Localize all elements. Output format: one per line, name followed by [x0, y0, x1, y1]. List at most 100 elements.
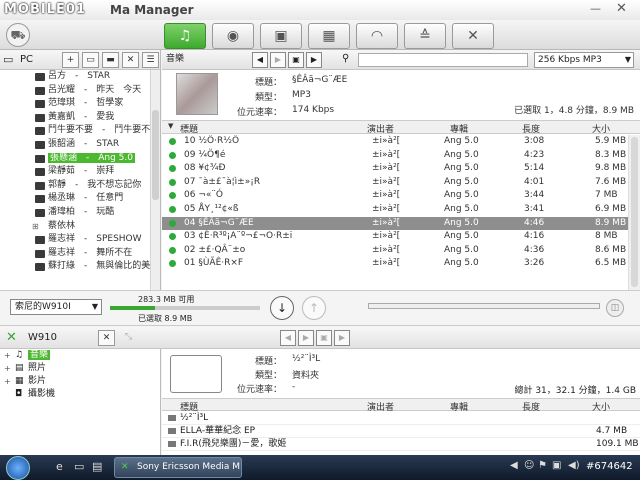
folder-item[interactable]: ⊞ 蔡依林	[0, 220, 150, 234]
view-button[interactable]: ▣	[288, 52, 304, 68]
folder-item[interactable]: 黃嘉凱 - 愛我	[0, 111, 150, 125]
col-album[interactable]: 專輯	[450, 122, 468, 135]
start-button[interactable]	[6, 456, 30, 480]
tab-camera[interactable]: ▣	[260, 23, 302, 49]
track-row[interactable]: 07 ¯à±£¯à¦ì±»¡R ±i»à²[Ang 5.0 4:01 7.6 MB	[162, 176, 628, 190]
play-button[interactable]: ▶	[306, 52, 322, 68]
folder-item[interactable]: 羅志祥 - 舞所不在	[0, 247, 150, 261]
device-tree-item[interactable]: + ▦ 影片	[0, 375, 160, 388]
tray-network-icon[interactable]: ▣	[552, 460, 561, 471]
track-row[interactable]: 04 §ÊÂã¬G¨ÆE ±i»à²[Ang 5.0 4:46 8.9 MB	[162, 216, 628, 231]
track-row[interactable]: 08 ¥¢¾Ð ±i»à²[Ang 5.0 5:14 9.8 MB	[162, 162, 628, 176]
folder-item[interactable]: 張韶涵 - STAR	[0, 138, 150, 152]
device-tree-item[interactable]: ◘ 攝影機	[0, 388, 160, 401]
folder-item[interactable]: 張懸涵 - Ang 5.0	[0, 152, 150, 166]
expand-icon[interactable]: +	[4, 375, 11, 388]
chevron-down-icon: ▼	[91, 302, 98, 311]
folder-item[interactable]: 范瑋琪 - 哲學家	[0, 97, 150, 111]
minimize-button[interactable]: —	[590, 2, 601, 15]
expand-icon[interactable]: ⊞	[32, 220, 39, 234]
track-name: §ÙÃÊ·R×F	[198, 258, 244, 269]
stop-button[interactable]: ◫	[606, 299, 624, 317]
track-row[interactable]: 01 §ÙÃÊ·R×F ±i»à²[Ang 5.0 3:26 6.5 MB	[162, 257, 628, 271]
folder-item[interactable]: 鬥牛要不要 - 鬥牛要不要	[0, 124, 150, 138]
tray-chevron-icon[interactable]: ◀	[510, 460, 518, 471]
search-input[interactable]	[358, 53, 528, 67]
track-row[interactable]: 03 ¢È·R³º¡A¨º¬£¬O·R±i ±i»à²[Ang 5.0 4:16 8 …	[162, 230, 628, 244]
show-desktop-icon[interactable]: ▭	[74, 460, 84, 473]
bitrate-select[interactable]: 256 Kbps MP3 ▼	[534, 52, 634, 68]
tab-tools[interactable]: ✕	[452, 23, 494, 49]
folder-icon	[35, 195, 45, 204]
device-row[interactable]: ELLA-華華紀念 EP 4.7 MB	[162, 425, 640, 438]
folder-icon-button[interactable]: ▭	[82, 52, 99, 68]
folder-item[interactable]: 梁靜茹 - 崇拜	[0, 165, 150, 179]
folder-item[interactable]: 潘瑋柏 - 玩酷	[0, 206, 150, 220]
shop-cart-icon[interactable]: ⛟	[6, 23, 30, 47]
device-tree-item[interactable]: + ▤ 照片	[0, 362, 160, 375]
meta-title-value: §ÊÂã¬G¨ÆE	[292, 75, 348, 85]
device-select[interactable]: 索尼的W910I ▼	[10, 299, 102, 315]
upload-button[interactable]: ↑	[302, 296, 326, 320]
track-row[interactable]: 10 ½Ö·R½Ö ±i»à²[Ang 5.0 3:08 5.9 MB	[162, 135, 628, 149]
col-size[interactable]: 大小	[592, 122, 610, 135]
folder-item[interactable]: 楊丞琳 - 任意門	[0, 192, 150, 206]
switch-windows-icon[interactable]: ▤	[92, 460, 102, 473]
tab-film[interactable]: ▦	[308, 23, 350, 49]
properties-button[interactable]: ☰	[142, 52, 159, 68]
folder-item[interactable]: 郭靜 - 我不想忘記你	[0, 179, 150, 193]
delete-folder-button[interactable]: ✕	[122, 52, 139, 68]
download-button[interactable]: ↓	[270, 296, 294, 320]
tab-music[interactable]: ♫	[164, 23, 206, 49]
folder-item[interactable]: 蘇打綠 - 無與倫比的美麗	[0, 260, 150, 274]
ie-icon[interactable]: e	[56, 460, 63, 473]
photo-icon: ▤	[15, 363, 24, 373]
folder-item[interactable]: 呂光耀 - 昨天 今天 明天	[0, 84, 150, 98]
back-button[interactable]: ◀	[252, 52, 268, 68]
col-length[interactable]: 長度	[522, 122, 540, 135]
taskbar: e ▭ ▤ ✕ Sony Ericsson Media M... ◀ ☺ ⚑ ▣ …	[0, 455, 640, 480]
tab-rss[interactable]: ◠	[356, 23, 398, 49]
tab-disc[interactable]: ◉	[212, 23, 254, 49]
track-row[interactable]: 02 ±£·QÂ¨±o ±i»à²[Ang 5.0 4:36 8.6 MB	[162, 244, 628, 258]
track-scroll-thumb[interactable]	[631, 137, 638, 287]
device-back-button[interactable]: ◀	[280, 330, 296, 346]
expand-icon[interactable]: +	[4, 362, 11, 375]
track-artist: ±i»à²[	[372, 136, 401, 146]
add-folder-button[interactable]: +	[62, 52, 79, 68]
taskbar-app-button[interactable]: ✕ Sony Ericsson Media M...	[114, 457, 242, 478]
col-artist[interactable]: 演出者	[367, 122, 394, 135]
device-tree-item[interactable]: + ♫ 音樂	[0, 349, 160, 362]
folder-item[interactable]: 羅志祥 - SPESHOW	[0, 233, 150, 247]
device-forward-button[interactable]: ▶	[298, 330, 314, 346]
tray-smile-icon[interactable]: ☺	[524, 460, 534, 471]
track-row[interactable]: 05 ÅY¸¹²¢«ß ±i»à²[Ang 5.0 3:41 6.9 MB	[162, 203, 628, 217]
close-button[interactable]: ✕	[616, 1, 627, 16]
device-play-button[interactable]: ▶	[334, 330, 350, 346]
track-row[interactable]: 09 ¼Ö¶é ±i»à²[Ang 5.0 4:23 8.3 MB	[162, 149, 628, 163]
device-row[interactable]: F.I.R(飛兒樂團)－愛，歌姬 109.1 MB	[162, 438, 640, 451]
forward-button[interactable]: ▶	[270, 52, 286, 68]
track-row[interactable]: 06 ¬«¨Ó ±i»à²[Ang 5.0 3:44 7 MB	[162, 189, 628, 203]
expand-icon[interactable]: +	[4, 349, 11, 362]
track-scrollbar[interactable]	[628, 135, 640, 290]
folder-icon	[170, 355, 222, 393]
tray-volume-icon[interactable]: ◀)	[568, 460, 580, 471]
track-length: 3:08	[524, 136, 545, 146]
folder-item[interactable]: 呂方 - STAR	[0, 70, 150, 84]
device-row[interactable]: ½²¨Ì³L	[162, 412, 640, 425]
new-folder-button[interactable]: ▬	[102, 52, 119, 68]
device-disconnect-icon[interactable]: ⤡	[120, 330, 137, 346]
tree-scroll-thumb[interactable]	[152, 110, 159, 200]
tray-security-icon[interactable]: ⚑	[538, 460, 547, 471]
device-tree-label: 影片	[28, 376, 47, 386]
sort-arrow-icon[interactable]: ▼	[168, 122, 173, 130]
dev-meta-type-key: 類型：	[254, 371, 282, 381]
tree-scrollbar[interactable]	[150, 70, 160, 290]
capacity-bar	[110, 306, 260, 310]
col-title[interactable]: 標題	[180, 122, 198, 135]
device-delete-button[interactable]: ✕	[98, 330, 115, 346]
tab-sort[interactable]: ≙	[404, 23, 446, 49]
track-title: 07 ¯à±£¯à¦ì±»¡R	[184, 176, 260, 190]
device-view-button[interactable]: ▣	[316, 330, 332, 346]
